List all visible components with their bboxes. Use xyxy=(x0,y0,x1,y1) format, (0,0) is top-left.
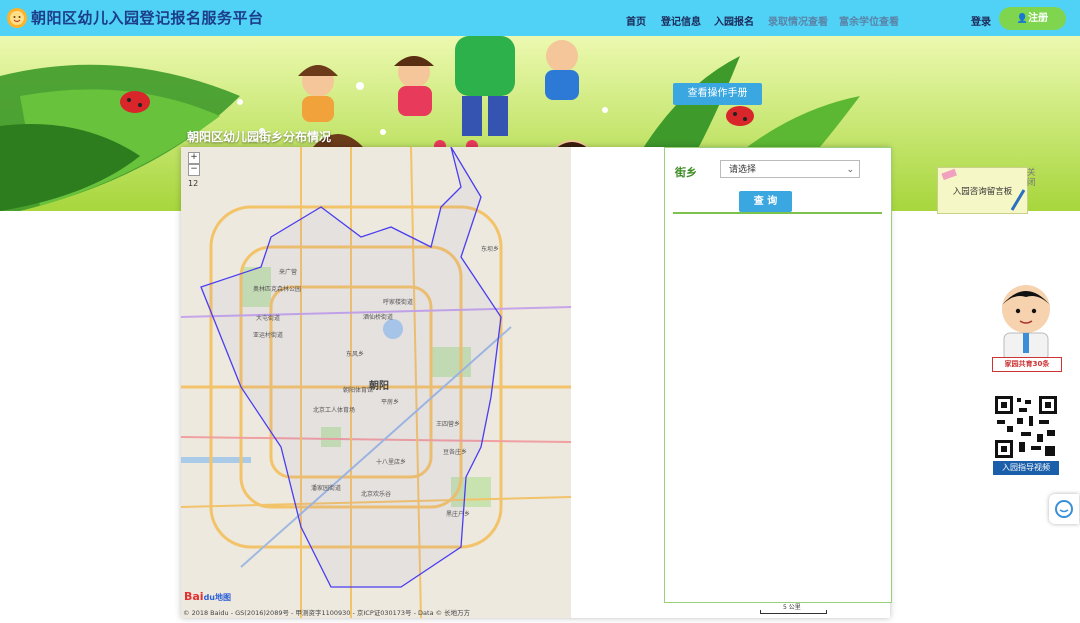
zoom-in-button[interactable]: + xyxy=(188,152,200,164)
register-button[interactable]: 👤注册 xyxy=(999,7,1066,30)
map-place-label: 来广营 xyxy=(279,269,298,276)
user-plus-icon: 👤 xyxy=(1016,14,1029,24)
map-place-label: 王四营乡 xyxy=(436,421,461,428)
street-select-value: 请选择 xyxy=(729,165,757,175)
chevron-down-icon: ⌄ xyxy=(846,165,854,175)
map-place-label: 平房乡 xyxy=(381,399,400,406)
nav-enrollment[interactable]: 入园报名 xyxy=(714,13,754,28)
guide-video-label[interactable]: 入园指导视频 xyxy=(993,461,1059,475)
map-place-label: 豆各庄乡 xyxy=(443,449,468,456)
map-place-label: 东风乡 xyxy=(346,351,365,358)
street-select[interactable]: 请选择 ⌄ xyxy=(720,160,860,178)
map-place-label: 十八里店乡 xyxy=(376,459,407,466)
sun-logo-icon xyxy=(7,8,27,28)
map-place-label: 北京欢乐谷 xyxy=(361,491,392,498)
close-link[interactable]: 关闭 xyxy=(1027,168,1036,188)
baidu-logo-text: Bai xyxy=(184,590,204,603)
user-manual-button[interactable]: 查看操作手册 xyxy=(673,83,762,105)
nav-admission-status[interactable]: 录取情况查看 xyxy=(768,13,828,28)
nav-spare-seats[interactable]: 富余学位查看 xyxy=(839,13,899,28)
map-place-label: 呼家楼街道 xyxy=(383,299,414,306)
map-place-label: 朝阳体育馆 xyxy=(343,387,374,394)
zoom-out-button[interactable]: − xyxy=(188,164,200,176)
map-place-label: 奥林匹克森林公园 xyxy=(253,286,302,293)
zoom-level: 12 xyxy=(188,179,199,188)
nav-register-info[interactable]: 登记信息 xyxy=(661,13,701,28)
map-place-label: 亚运村街道 xyxy=(253,332,284,339)
map-copyright: © 2018 Baidu - GS(2016)2089号 - 甲测资字11009… xyxy=(183,609,471,617)
chat-icon xyxy=(1055,500,1073,518)
chat-widget-button[interactable] xyxy=(1049,494,1079,524)
district-map[interactable]: + − 12 朝阳 东坝乡 大屯街道 亚运村街道 酒仙桥街道 朝阳体育馆 北京工… xyxy=(181,147,571,618)
message-board-card[interactable]: 入园咨询留言板 xyxy=(937,167,1028,214)
map-place-label: 北京工人体育场 xyxy=(313,407,356,414)
site-title: 朝阳区幼儿入园登记报名服务平台 xyxy=(31,9,264,27)
map-place-label: 潘家园街道 xyxy=(311,485,342,492)
query-button[interactable]: 查 询 xyxy=(739,191,792,212)
map-place-label: 大屯街道 xyxy=(256,315,281,322)
map-scale-bar xyxy=(760,610,827,614)
baidu-logo-paw: du地图 xyxy=(203,593,231,602)
message-board-label: 入园咨询留言板 xyxy=(952,187,1013,197)
family-guide-label[interactable]: 家园共育30条 xyxy=(992,357,1062,372)
street-label: 街乡 xyxy=(675,166,697,179)
section-title: 朝阳区幼儿园街乡分布情况 xyxy=(187,130,332,144)
map-panel: + − 12 朝阳 东坝乡 大屯街道 亚运村街道 酒仙桥街道 朝阳体育馆 北京工… xyxy=(181,147,892,618)
register-label: 注册 xyxy=(1028,13,1049,24)
map-place-label: 黑庄户乡 xyxy=(446,511,471,518)
qr-code-icon xyxy=(993,394,1059,460)
divider xyxy=(673,212,882,214)
nav-home[interactable]: 首页 xyxy=(626,13,646,28)
login-link[interactable]: 登录 xyxy=(971,13,991,28)
top-header: 朝阳区幼儿入园登记报名服务平台 首页 登记信息 入园报名 录取情况查看 富余学位… xyxy=(0,0,1080,36)
map-place-label: 东坝乡 xyxy=(481,246,500,253)
baidu-logo: Baidu地图 xyxy=(184,590,231,603)
street-query-panel: 街乡 请选择 ⌄ 查 询 xyxy=(664,147,892,603)
map-place-label: 酒仙桥街道 xyxy=(363,314,394,321)
